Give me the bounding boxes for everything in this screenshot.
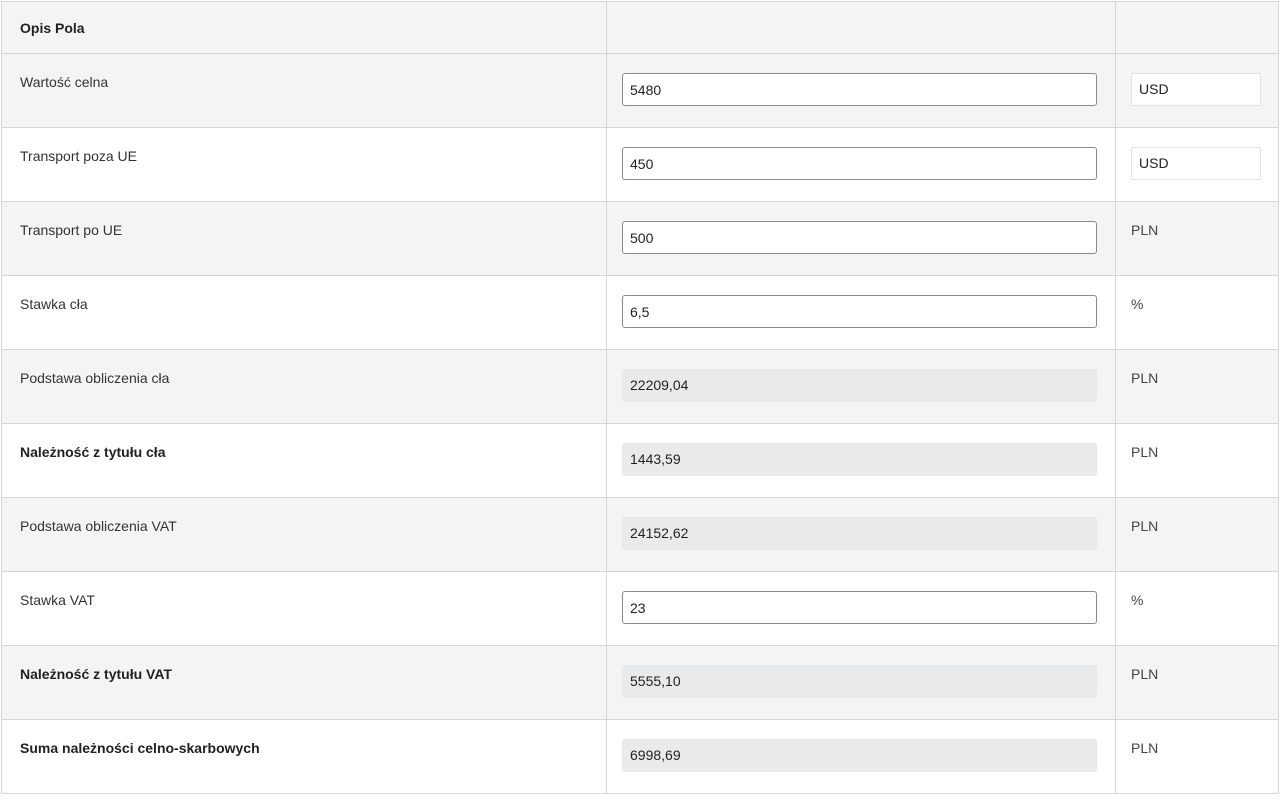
column-header-unit (1115, 1, 1279, 54)
table-row-total-amount: Suma należności celno-skarbowych 6998,69… (1, 719, 1279, 794)
row-label-cell: Stawka cła (1, 275, 607, 350)
duty-rate-input[interactable] (622, 295, 1097, 328)
table-row-duty-base: Podstawa obliczenia cła 22209,04 PLN (1, 349, 1279, 424)
table-row-duty-rate: Stawka cła % (1, 275, 1279, 350)
unit-label: PLN (1131, 518, 1159, 534)
table-row-vat-base: Podstawa obliczenia VAT 24152,62 PLN (1, 497, 1279, 572)
row-label-cell: Stawka VAT (1, 571, 607, 646)
table-row-vat-rate: Stawka VAT % (1, 571, 1279, 646)
row-label: Transport poza UE (20, 148, 137, 164)
unit-label: PLN (1131, 222, 1159, 238)
vat-amount-readonly-field: 5555,10 (622, 665, 1097, 698)
customs-value-input[interactable] (622, 73, 1097, 106)
table-row-transport-inside-eu: Transport po UE PLN (1, 201, 1279, 276)
row-label: Należność z tytułu cła (20, 444, 166, 460)
row-unit-cell: PLN (1115, 719, 1279, 794)
row-label-cell: Wartość celna (1, 53, 607, 128)
row-unit-cell: PLN (1115, 349, 1279, 424)
transport-outside-eu-input[interactable] (622, 147, 1097, 180)
total-amount-readonly-field: 6998,69 (622, 739, 1097, 772)
row-unit-cell: PLN (1115, 497, 1279, 572)
table-row-transport-outside-eu: Transport poza UE USD ▼ (1, 127, 1279, 202)
vat-rate-input[interactable] (622, 591, 1097, 624)
transport-outside-eu-currency-select[interactable]: USD ▼ (1131, 147, 1261, 180)
row-value-cell: 1443,59 (606, 423, 1116, 498)
row-unit-cell: PLN (1115, 423, 1279, 498)
row-label-cell: Podstawa obliczenia cła (1, 349, 607, 424)
unit-label: PLN (1131, 666, 1159, 682)
row-label: Wartość celna (20, 74, 109, 90)
column-header-field-description: Opis Pola (1, 1, 607, 54)
row-unit-cell: USD ▼ (1115, 53, 1279, 128)
row-value-cell (606, 127, 1116, 202)
table-row-vat-amount: Należność z tytułu VAT 5555,10 PLN (1, 645, 1279, 720)
duty-amount-readonly-field: 1443,59 (622, 443, 1097, 476)
row-value-cell: 5555,10 (606, 645, 1116, 720)
row-label: Podstawa obliczenia cła (20, 370, 170, 386)
row-unit-cell: USD ▼ (1115, 127, 1279, 202)
unit-label: PLN (1131, 370, 1159, 386)
currency-selected-value: USD (1139, 155, 1169, 171)
transport-inside-eu-input[interactable] (622, 221, 1097, 254)
customs-calculator-table: Opis Pola Wartość celna USD ▼ Transport … (1, 1, 1279, 794)
row-value-cell (606, 201, 1116, 276)
chevron-down-icon: ▼ (1244, 84, 1253, 94)
unit-label: PLN (1131, 444, 1159, 460)
vat-base-readonly-field: 24152,62 (622, 517, 1097, 550)
column-header-value (606, 1, 1116, 54)
row-unit-cell: PLN (1115, 201, 1279, 276)
unit-label: PLN (1131, 740, 1159, 756)
row-label: Podstawa obliczenia VAT (20, 518, 177, 534)
row-label-cell: Należność z tytułu VAT (1, 645, 607, 720)
row-label: Należność z tytułu VAT (20, 666, 172, 682)
row-value-cell (606, 571, 1116, 646)
row-value-cell: 22209,04 (606, 349, 1116, 424)
row-label: Stawka cła (20, 296, 88, 312)
unit-label: % (1131, 592, 1144, 608)
table-header-row: Opis Pola (1, 1, 1279, 54)
unit-label: % (1131, 296, 1144, 312)
row-label-cell: Suma należności celno-skarbowych (1, 719, 607, 794)
row-value-cell (606, 275, 1116, 350)
chevron-down-icon: ▼ (1244, 158, 1253, 168)
row-unit-cell: PLN (1115, 645, 1279, 720)
currency-selected-value: USD (1139, 81, 1169, 97)
row-unit-cell: % (1115, 275, 1279, 350)
row-label-cell: Należność z tytułu cła (1, 423, 607, 498)
row-unit-cell: % (1115, 571, 1279, 646)
table-row-customs-value: Wartość celna USD ▼ (1, 53, 1279, 128)
row-value-cell (606, 53, 1116, 128)
row-label-cell: Transport poza UE (1, 127, 607, 202)
row-label: Stawka VAT (20, 592, 95, 608)
customs-value-currency-select[interactable]: USD ▼ (1131, 73, 1261, 106)
row-value-cell: 6998,69 (606, 719, 1116, 794)
row-label: Suma należności celno-skarbowych (20, 740, 260, 756)
table-row-duty-amount: Należność z tytułu cła 1443,59 PLN (1, 423, 1279, 498)
duty-base-readonly-field: 22209,04 (622, 369, 1097, 402)
row-label-cell: Podstawa obliczenia VAT (1, 497, 607, 572)
row-label-cell: Transport po UE (1, 201, 607, 276)
row-value-cell: 24152,62 (606, 497, 1116, 572)
row-label: Transport po UE (20, 222, 123, 238)
